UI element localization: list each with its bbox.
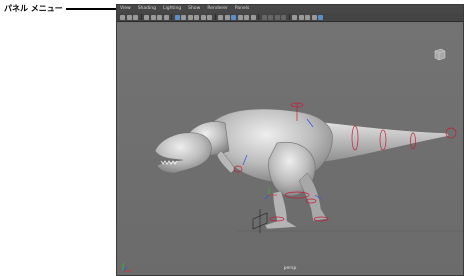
dinosaur-front-leg: [264, 190, 298, 230]
camera-attributes-icon[interactable]: [126, 14, 132, 20]
backface-culling-icon[interactable]: [311, 14, 317, 20]
menu-renderer[interactable]: Renderer: [207, 5, 228, 13]
panel-toolbar: [117, 13, 463, 22]
anti-aliasing-icon[interactable]: [274, 14, 280, 20]
image-plane-icon[interactable]: [144, 14, 149, 20]
menu-shading[interactable]: Shading: [138, 5, 156, 13]
menu-panels[interactable]: Panels: [235, 5, 249, 13]
callout-leader-line: [66, 8, 120, 10]
xray-joints-icon[interactable]: [305, 14, 310, 20]
grid-icon[interactable]: [163, 14, 169, 20]
xray-icon[interactable]: [298, 14, 304, 20]
ground-locator[interactable]: [252, 209, 268, 233]
scene-canvas: [154, 102, 463, 233]
shadows-icon[interactable]: [250, 14, 256, 20]
dinosaur-head: [154, 132, 212, 174]
panel-menubar: View Shading Lighting Show Renderer Pane…: [117, 5, 463, 13]
lock-camera-icon[interactable]: [157, 14, 162, 20]
textured-icon[interactable]: [237, 14, 243, 20]
ambient-occlusion-icon[interactable]: [261, 14, 267, 20]
maya-viewport-panel: View Shading Lighting Show Renderer Pane…: [116, 4, 464, 276]
toolbar-separator: [258, 14, 259, 20]
panel-menu-callout-label: パネル メニュー: [4, 4, 63, 13]
menu-show[interactable]: Show: [188, 5, 200, 13]
select-camera-icon[interactable]: [120, 14, 125, 20]
menu-view[interactable]: View: [120, 5, 131, 13]
film-gate-icon[interactable]: [174, 14, 180, 20]
dinosaur-back-leg: [298, 172, 328, 222]
grease-pencil-icon[interactable]: [150, 14, 156, 20]
bookmark-icon[interactable]: [133, 14, 138, 20]
wireframe-icon[interactable]: [218, 14, 223, 20]
toolbar-separator: [140, 14, 142, 20]
tail-tip-control: [445, 127, 457, 139]
hud-icon[interactable]: [318, 14, 323, 20]
3d-viewport[interactable]: persp: [117, 23, 463, 275]
safe-title-icon[interactable]: [207, 14, 212, 20]
lights-icon[interactable]: [244, 14, 249, 20]
viewcube-icon[interactable]: [433, 47, 447, 61]
wireframe-on-shaded-icon[interactable]: [231, 14, 236, 20]
field-chart-icon[interactable]: [194, 14, 199, 20]
toolbar-separator: [288, 14, 290, 20]
safe-action-icon[interactable]: [200, 14, 206, 20]
resolution-gate-icon[interactable]: [181, 14, 186, 20]
toolbar-separator: [171, 14, 172, 20]
isolate-select-icon[interactable]: [292, 14, 297, 20]
smooth-shade-icon[interactable]: [224, 14, 230, 20]
gate-mask-icon[interactable]: [187, 14, 193, 20]
motion-blur-icon[interactable]: [268, 14, 273, 20]
menu-lighting[interactable]: Lighting: [163, 5, 181, 13]
depth-of-field-icon[interactable]: [281, 14, 286, 20]
toolbar-separator: [214, 14, 216, 20]
camera-name-label: persp: [283, 266, 297, 271]
